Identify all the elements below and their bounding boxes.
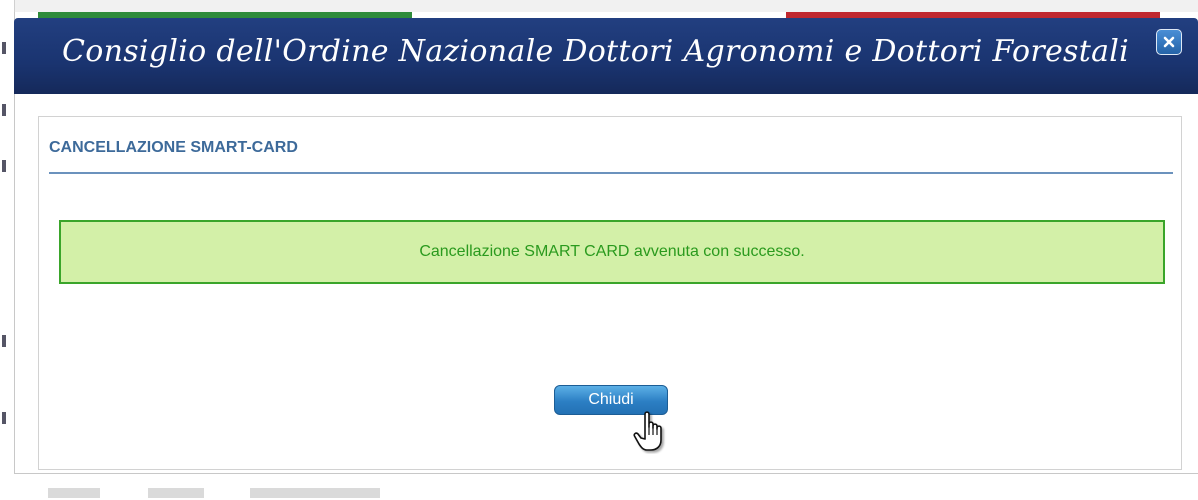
background-page-mark: [2, 104, 6, 116]
background-page-text: [250, 488, 380, 498]
background-page-edge: [0, 0, 15, 500]
content-panel: CANCELLAZIONE SMART-CARD Cancellazione S…: [38, 116, 1182, 470]
background-page-mark: [2, 335, 6, 347]
background-page-footer: [0, 470, 1198, 500]
hand-pointer-icon: [633, 410, 669, 454]
background-page-mark: [2, 160, 6, 172]
chiudi-button-label: Chiudi: [588, 391, 634, 408]
close-dialog-x-button[interactable]: [1156, 29, 1182, 55]
background-page-mark: [2, 412, 6, 424]
heading-divider: [49, 172, 1173, 174]
success-message: Cancellazione SMART CARD avvenuta con su…: [419, 243, 805, 260]
background-page-text: [148, 488, 204, 498]
screen: Consiglio dell'Ordine Nazionale Dottori …: [0, 0, 1198, 500]
background-page-text: [48, 488, 100, 498]
dialog-titlebar: Consiglio dell'Ordine Nazionale Dottori …: [14, 18, 1198, 94]
close-icon: [1163, 36, 1175, 48]
panel-heading: CANCELLAZIONE SMART-CARD: [49, 139, 298, 156]
background-page-mark: [2, 42, 6, 54]
dialog-title: Consiglio dell'Ordine Nazionale Dottori …: [62, 34, 1130, 69]
success-message-box: Cancellazione SMART CARD avvenuta con su…: [59, 220, 1165, 284]
